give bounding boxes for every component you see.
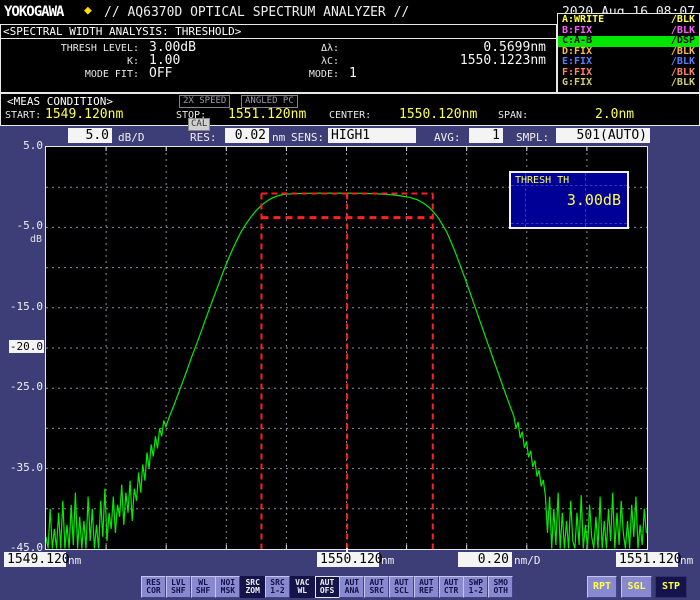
analysis-field-label: THRESH LEVEL:: [11, 43, 139, 54]
logo-diamond-icon: ◆: [84, 3, 92, 18]
softkey-smo-oth[interactable]: SMO OTH: [488, 576, 513, 598]
trace-name: B:FIX: [562, 26, 592, 36]
x-start-unit: nm: [68, 554, 81, 567]
trace-name: A:WRITE: [562, 15, 604, 25]
res-value: 0.02: [225, 128, 269, 143]
sweep-button-rpt[interactable]: RPT: [587, 576, 617, 598]
softkey-aut-src[interactable]: AUT SRC: [364, 576, 389, 598]
meas-field-label: SPAN:: [498, 110, 528, 121]
meas-field-value: 1549.120nm: [45, 107, 123, 122]
trace-name: C:A-B: [562, 36, 592, 46]
meas-field-value: 1551.120nm: [228, 107, 306, 122]
x-scale-value: 0.20: [458, 552, 512, 567]
softkey-aut-ofs[interactable]: AUT OFS: [315, 576, 340, 598]
trace-name: G:FIX: [562, 78, 592, 88]
sweep-button-stp[interactable]: STP: [655, 576, 687, 598]
avg-value: 1: [469, 128, 503, 143]
softkey-res-cor[interactable]: RES COR: [141, 576, 166, 598]
osa-screen: YOKOGAWA ◆ // AQ6370D OPTICAL SPECTRUM A…: [0, 0, 700, 600]
analysis-field-label: MODE:: [291, 69, 339, 80]
y-axis-label: -15.0: [0, 300, 44, 313]
thresh-box-value: 3.00dB: [567, 191, 621, 209]
softkey-lvl-shf[interactable]: LVL SHF: [166, 576, 191, 598]
trace-panel: A:WRITE/BLKB:FIX/BLKC:A-B/DSPD:FIX/BLKE:…: [557, 13, 700, 93]
softkey-src-zom[interactable]: SRC ZOM: [240, 576, 265, 598]
softkey-aut-ctr[interactable]: AUT CTR: [439, 576, 464, 598]
softkey-vac-wl[interactable]: VAC WL: [290, 576, 315, 598]
x-center-unit: nm: [381, 554, 394, 567]
res-unit: nm: [272, 131, 285, 144]
analysis-field-value: OFF: [149, 66, 172, 81]
level-scale-unit: dB/D: [118, 131, 145, 144]
trace-name: D:FIX: [562, 47, 592, 57]
trace-status: /BLK: [671, 26, 695, 36]
x-scale-unit: nm/D: [514, 554, 541, 567]
sweep-button-sgl[interactable]: SGL: [621, 576, 652, 598]
cal-badge: CAL: [188, 118, 210, 131]
analysis-divider: [1, 38, 556, 39]
yokogawa-logo: YOKOGAWA: [4, 4, 63, 20]
trace-row-a[interactable]: A:WRITE/BLK: [558, 15, 699, 26]
trace-row-e[interactable]: E:FIX/BLK: [558, 57, 699, 68]
analysis-title: <SPECTRAL WIDTH ANALYSIS: THRESHOLD>: [3, 25, 241, 38]
softkey-wl-shf[interactable]: WL SHF: [191, 576, 216, 598]
y-axis-label: 5.0: [0, 139, 44, 152]
x-stop-unit: nm: [680, 554, 693, 567]
x-start-value: 1549.120: [4, 552, 66, 567]
smpl-label: SMPL:: [516, 131, 549, 144]
trace-row-g[interactable]: G:FIX/BLK: [558, 78, 699, 89]
trace-status: /BLK: [671, 47, 695, 57]
softkey-swp-1-2[interactable]: SWP 1-2: [463, 576, 488, 598]
res-label: RES:: [190, 131, 217, 144]
x-axis: 1549.120 nm 1550.120 nm 0.20 nm/D 1551.1…: [0, 551, 700, 571]
softkey-aut-ref[interactable]: AUT REF: [414, 576, 439, 598]
x-axis-center-tick: [346, 548, 348, 553]
analysis-field-label: K:: [11, 56, 139, 67]
smpl-value: 501(AUTO): [556, 128, 650, 143]
trace-status: /BLK: [671, 15, 695, 25]
analysis-field-label: Δλ:: [291, 43, 339, 54]
meas-field-value: 1550.120nm: [399, 107, 477, 122]
meas-field-label: CENTER:: [329, 110, 371, 121]
level-scale-value: 5.0: [68, 128, 112, 143]
thresh-box-gridline: [511, 223, 627, 224]
trace-status: /BLK: [671, 78, 695, 88]
softkey-noi-msk[interactable]: NOI MSK: [215, 576, 240, 598]
trace-name: E:FIX: [562, 57, 592, 67]
y-axis-unit: dB: [30, 234, 42, 245]
analysis-panel: <SPECTRAL WIDTH ANALYSIS: THRESHOLD> THR…: [0, 24, 557, 93]
meas-field-value: 2.0nm: [595, 107, 634, 122]
thresh-box-title: THRESH TH: [515, 175, 569, 186]
softkey-src-1-2[interactable]: SRC 1-2: [265, 576, 290, 598]
trace-status: /BLK: [671, 68, 695, 78]
x-stop-value: 1551.120: [616, 552, 678, 567]
y-axis-ref-level-label: -20.0: [0, 340, 44, 353]
softkey-aut-scl[interactable]: AUT SCL: [389, 576, 414, 598]
spectrum-plot: THRESH TH 3.00dB: [45, 146, 648, 550]
softkey-toolbar: RES CORLVL SHFWL SHFNOI MSKSRC ZOMSRC 1-…: [0, 576, 700, 598]
trace-status: /BLK: [671, 57, 695, 67]
y-axis-label: -35.0: [0, 461, 44, 474]
analysis-field-value: 1550.1223nm: [346, 53, 546, 68]
sens-label: SENS:: [291, 131, 324, 144]
meas-field-label: START:: [5, 110, 41, 121]
thresh-marker-box: THRESH TH 3.00dB: [509, 171, 629, 229]
instrument-title: // AQ6370D OPTICAL SPECTRUM ANALYZER //: [104, 5, 409, 20]
trace-name: F:FIX: [562, 68, 592, 78]
trace-status: /DSP: [671, 36, 695, 46]
analysis-field-label: λC:: [291, 56, 339, 67]
sens-value: HIGH1: [328, 128, 416, 143]
settings-row: 5.0 dB/D CAL RES: 0.02 nm SENS: HIGH1 AV…: [0, 127, 700, 148]
y-axis-label: -25.0: [0, 380, 44, 393]
meas-condition-bar: <MEAS CONDITION> 2X SPEEDANGLED PC START…: [0, 93, 700, 126]
x-center-value: 1550.120: [317, 552, 379, 567]
trace-row-c[interactable]: C:A-B/DSP: [558, 36, 699, 47]
softkey-aut-ana[interactable]: AUT ANA: [339, 576, 364, 598]
analysis-field-label: MODE FIT:: [11, 69, 139, 80]
y-axis-label: -5.0: [0, 219, 44, 232]
meas-badge: 2X SPEED: [179, 95, 230, 108]
analysis-field-value: 1: [349, 66, 357, 81]
avg-label: AVG:: [434, 131, 461, 144]
